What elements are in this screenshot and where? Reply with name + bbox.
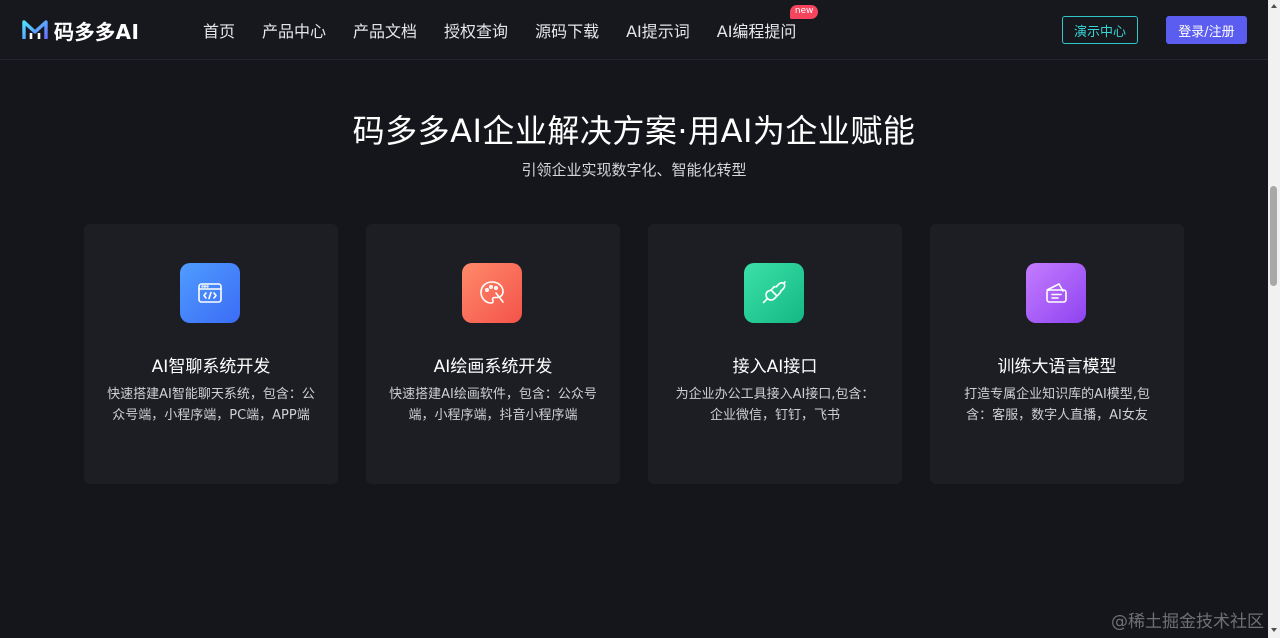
logo-text: 码多多AI — [54, 19, 140, 44]
card-description: 快速搭建AI智能聊天系统，包含：公众号端，小程序端，PC端，APP端 — [107, 387, 315, 423]
nav-item-home[interactable]: 首页 — [203, 18, 235, 42]
card-icon-box — [744, 263, 804, 323]
nav-item-label: AI编程提问 — [716, 22, 797, 41]
card-icon-box — [1026, 263, 1086, 323]
logo-m-icon — [22, 20, 48, 39]
scroll-up-arrow-icon[interactable] — [1271, 4, 1277, 8]
nav-item-docs[interactable]: 产品文档 — [353, 18, 417, 42]
card-description: 快速搭建AI绘画软件，包含：公众号端，小程序端，抖音小程序端 — [389, 387, 597, 423]
hero-subtitle: 引领企业实现数字化、智能化转型 — [521, 161, 747, 179]
demo-center-button[interactable]: 演示中心 — [1062, 16, 1138, 44]
hero-title: 码多多AI企业解决方案·用AI为企业赋能 — [352, 112, 916, 150]
card-title: 训练大语言模型 — [997, 357, 1117, 377]
card-title: AI智聊系统开发 — [151, 357, 271, 377]
top-header: 码多多AI 首页 产品中心 产品文档 授权查询 源码下载 AI提示词 AI编程提… — [0, 0, 1280, 60]
nav-item-source-download[interactable]: 源码下载 — [535, 18, 599, 42]
card-title: 接入AI接口 — [732, 357, 818, 377]
card-icon-box — [462, 263, 522, 323]
code-window-icon — [198, 283, 222, 303]
card-ai-chat[interactable]: AI智聊系统开发 快速搭建AI智能聊天系统，包含：公众号端，小程序端，PC端，A… — [84, 224, 338, 484]
logo[interactable]: 码多多AI — [22, 16, 139, 44]
nav-item-license-query[interactable]: 授权查询 — [444, 18, 508, 42]
card-llm-training[interactable]: 训练大语言模型 打造专属企业知识库的AI模型,包含：客服，数字人直播，AI女友 — [930, 224, 1184, 484]
main-nav: 首页 产品中心 产品文档 授权查询 源码下载 AI提示词 AI编程提问 new — [203, 0, 823, 60]
nav-item-products[interactable]: 产品中心 — [262, 18, 326, 42]
scrollbar-thumb[interactable] — [1270, 186, 1277, 286]
plug-icon — [762, 281, 786, 304]
solution-cards: AI智聊系统开发 快速搭建AI智能聊天系统，包含：公众号端，小程序端，PC端，A… — [84, 224, 1184, 484]
scroll-down-arrow-icon[interactable] — [1271, 628, 1277, 632]
card-ai-api[interactable]: 接入AI接口 为企业办公工具接入AI接口,包含：企业微信，钉钉，飞书 — [648, 224, 902, 484]
login-register-button[interactable]: 登录/注册 — [1166, 16, 1247, 44]
nav-item-ai-coding-qa[interactable]: AI编程提问 new — [716, 5, 819, 42]
watermark: @稀土掘金技术社区 — [1111, 612, 1264, 632]
chat-card-icon — [1046, 283, 1067, 303]
nav-item-ai-prompts[interactable]: AI提示词 — [626, 18, 690, 42]
new-badge: new — [789, 5, 819, 19]
card-ai-drawing[interactable]: AI绘画系统开发 快速搭建AI绘画软件，包含：公众号端，小程序端，抖音小程序端 — [366, 224, 620, 484]
card-icon-box — [180, 263, 240, 323]
card-description: 为企业办公工具接入AI接口,包含：企业微信，钉钉，飞书 — [675, 387, 875, 423]
card-description: 打造专属企业知识库的AI模型,包含：客服，数字人直播，AI女友 — [964, 387, 1150, 423]
vertical-scrollbar[interactable] — [1268, 0, 1280, 638]
palette-icon — [480, 281, 504, 304]
card-title: AI绘画系统开发 — [433, 357, 553, 377]
